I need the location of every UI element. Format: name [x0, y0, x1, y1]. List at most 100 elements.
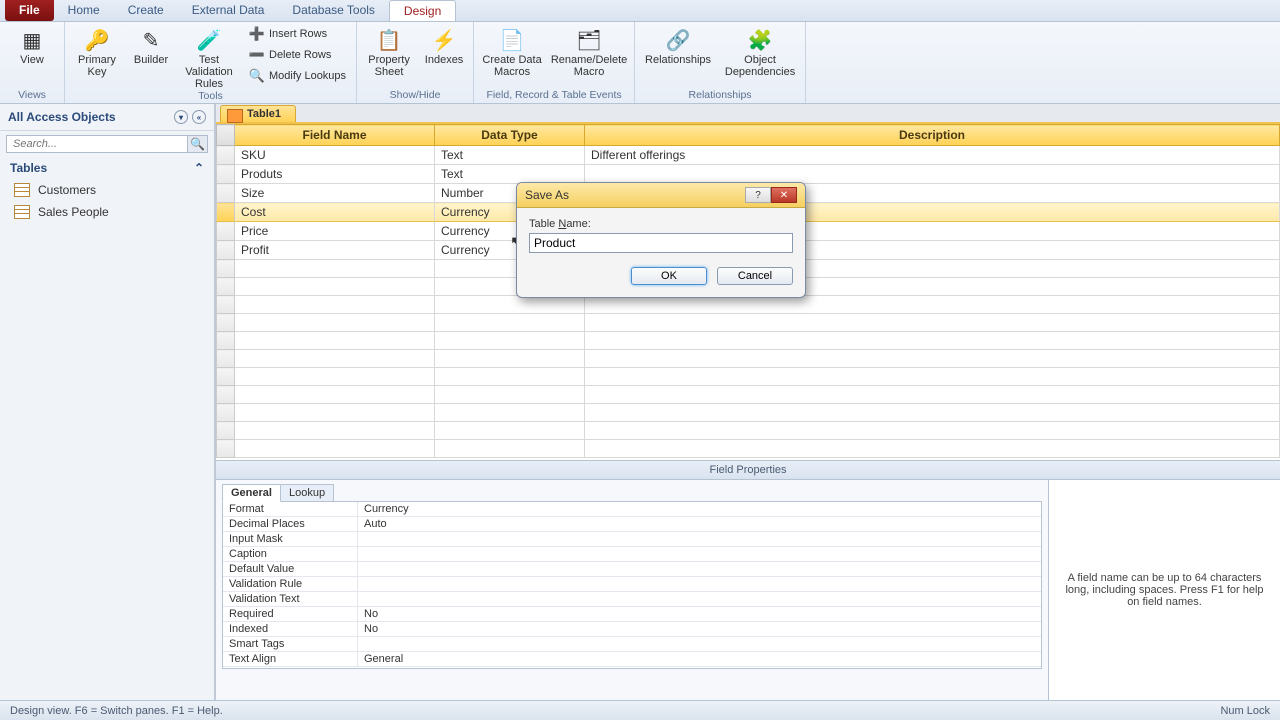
row-selector[interactable]: [217, 314, 235, 332]
relationships-button[interactable]: 🔗 Relationships: [641, 24, 715, 68]
field-properties-grid[interactable]: FormatCurrencyDecimal PlacesAutoInput Ma…: [222, 501, 1042, 669]
row-selector[interactable]: [217, 422, 235, 440]
row-selector[interactable]: [217, 184, 235, 203]
fp-value[interactable]: No: [358, 622, 1041, 636]
grid-row[interactable]: SKUTextDifferent offerings: [217, 146, 1280, 165]
cell-data-type[interactable]: Text: [435, 165, 585, 184]
fp-row[interactable]: Decimal PlacesAuto: [223, 517, 1041, 532]
tab-file[interactable]: File: [5, 0, 54, 21]
cell-field-name[interactable]: Cost: [235, 203, 435, 222]
cell-field-name[interactable]: Size: [235, 184, 435, 203]
fp-row[interactable]: FormatCurrency: [223, 502, 1041, 517]
property-sheet-button[interactable]: 📋 Property Sheet: [363, 24, 415, 80]
table-name-input[interactable]: [529, 233, 793, 253]
col-field-name[interactable]: Field Name: [235, 125, 435, 146]
row-selector[interactable]: [217, 203, 235, 222]
ok-button[interactable]: OK: [631, 267, 707, 285]
create-data-macros-button[interactable]: 📄 Create Data Macros: [480, 24, 544, 80]
cell-field-name[interactable]: Profit: [235, 241, 435, 260]
tab-design[interactable]: Design: [389, 0, 456, 21]
tab-create[interactable]: Create: [114, 0, 178, 21]
tab-database-tools[interactable]: Database Tools: [278, 0, 389, 21]
builder-button[interactable]: ✎ Builder: [129, 24, 173, 68]
row-selector[interactable]: [217, 260, 235, 278]
row-selector[interactable]: [217, 146, 235, 165]
row-selector[interactable]: [217, 440, 235, 458]
fp-row[interactable]: Validation Text: [223, 592, 1041, 607]
fp-row[interactable]: Input Mask: [223, 532, 1041, 547]
help-button[interactable]: ?: [745, 187, 771, 203]
nav-group-tables[interactable]: Tables ⌃: [0, 157, 214, 179]
grid-row-empty[interactable]: [217, 332, 1280, 350]
grid-row-empty[interactable]: [217, 296, 1280, 314]
close-button[interactable]: ✕: [771, 187, 797, 203]
grid-row-empty[interactable]: [217, 386, 1280, 404]
grid-row-empty[interactable]: [217, 314, 1280, 332]
cell-description[interactable]: Different offerings: [585, 146, 1280, 165]
row-selector[interactable]: [217, 404, 235, 422]
object-dependencies-button[interactable]: 🧩 Object Dependencies: [721, 24, 799, 80]
row-selector[interactable]: [217, 222, 235, 241]
fp-row[interactable]: RequiredNo: [223, 607, 1041, 622]
grid-row-empty[interactable]: [217, 422, 1280, 440]
fp-row[interactable]: Smart Tags: [223, 637, 1041, 652]
row-selector[interactable]: [217, 278, 235, 296]
col-data-type[interactable]: Data Type: [435, 125, 585, 146]
cancel-button[interactable]: Cancel: [717, 267, 793, 285]
nav-dropdown-icon[interactable]: ▾: [174, 110, 188, 124]
fp-value[interactable]: General: [358, 652, 1041, 666]
fp-row[interactable]: IndexedNo: [223, 622, 1041, 637]
fp-row[interactable]: Validation Rule: [223, 577, 1041, 592]
grid-row[interactable]: ProdutsText: [217, 165, 1280, 184]
fp-row[interactable]: Text AlignGeneral: [223, 652, 1041, 667]
fp-tab-general[interactable]: General: [222, 484, 281, 502]
fp-value[interactable]: No: [358, 607, 1041, 621]
delete-rows-button[interactable]: ➖Delete Rows: [245, 45, 350, 65]
test-validation-button[interactable]: 🧪 Test Validation Rules: [179, 24, 239, 92]
col-description[interactable]: Description: [585, 125, 1280, 146]
row-selector[interactable]: [217, 165, 235, 184]
cell-field-name[interactable]: Produts: [235, 165, 435, 184]
primary-key-button[interactable]: 🔑 Primary Key: [71, 24, 123, 80]
fp-value[interactable]: Currency: [358, 502, 1041, 516]
fp-value[interactable]: Auto: [358, 517, 1041, 531]
modify-lookups-button[interactable]: 🔍Modify Lookups: [245, 66, 350, 86]
doc-tab-table1[interactable]: Table1: [220, 105, 296, 122]
cell-description[interactable]: [585, 165, 1280, 184]
fp-value[interactable]: [358, 562, 1041, 576]
grid-row-empty[interactable]: [217, 404, 1280, 422]
cell-data-type[interactable]: Text: [435, 146, 585, 165]
fp-value[interactable]: [358, 532, 1041, 546]
rename-delete-macro-button[interactable]: 🗂 Rename/Delete Macro: [550, 24, 628, 80]
row-selector[interactable]: [217, 350, 235, 368]
grid-row-empty[interactable]: [217, 350, 1280, 368]
row-selector[interactable]: [217, 368, 235, 386]
tab-external-data[interactable]: External Data: [178, 0, 279, 21]
fp-row[interactable]: Default Value: [223, 562, 1041, 577]
insert-rows-button[interactable]: ➕Insert Rows: [245, 24, 350, 44]
tab-home[interactable]: Home: [54, 0, 114, 21]
grid-row-empty[interactable]: [217, 368, 1280, 386]
search-icon[interactable]: 🔍: [187, 136, 207, 152]
grid-row-empty[interactable]: [217, 440, 1280, 458]
fp-tab-lookup[interactable]: Lookup: [280, 484, 334, 502]
fp-value[interactable]: [358, 637, 1041, 651]
view-button[interactable]: ▦ View: [6, 24, 58, 68]
cell-field-name[interactable]: Price: [235, 222, 435, 241]
nav-item-sales-people[interactable]: Sales People: [0, 201, 214, 223]
fp-value[interactable]: [358, 577, 1041, 591]
nav-collapse-icon[interactable]: «: [192, 110, 206, 124]
dialog-titlebar[interactable]: Save As ? ✕: [517, 183, 805, 208]
nav-item-customers[interactable]: Customers: [0, 179, 214, 201]
row-selector[interactable]: [217, 241, 235, 260]
fp-value[interactable]: [358, 592, 1041, 606]
row-selector[interactable]: [217, 386, 235, 404]
cell-field-name[interactable]: SKU: [235, 146, 435, 165]
fp-value[interactable]: [358, 547, 1041, 561]
search-input[interactable]: [7, 136, 187, 152]
row-selector[interactable]: [217, 296, 235, 314]
row-selector[interactable]: [217, 332, 235, 350]
fp-row[interactable]: Caption: [223, 547, 1041, 562]
indexes-button[interactable]: ⚡ Indexes: [421, 24, 467, 68]
nav-header[interactable]: All Access Objects ▾ «: [0, 104, 214, 131]
